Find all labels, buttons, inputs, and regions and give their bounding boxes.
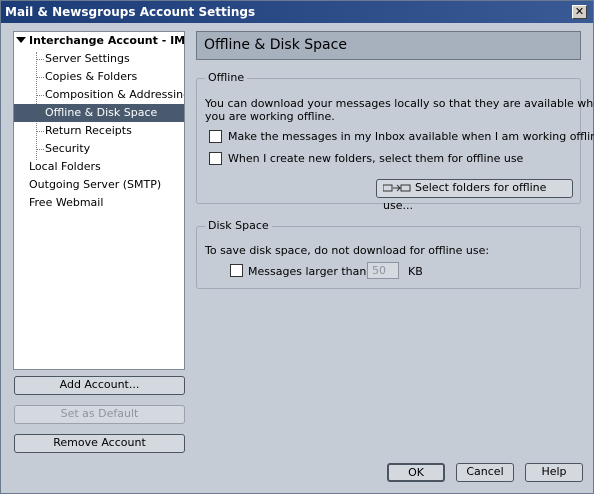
tree-item-offline-disk-space[interactable]: Offline & Disk Space (14, 104, 184, 122)
offline-group-legend: Offline (205, 71, 248, 84)
add-account-button[interactable]: Add Account... (14, 376, 185, 395)
tree-item-outgoing-server[interactable]: Outgoing Server (SMTP) (14, 176, 184, 194)
tree-item-label: Return Receipts (45, 124, 132, 137)
button-label: Set as Default (60, 407, 139, 420)
folder-sync-icon (382, 182, 411, 198)
tree-item-server-settings[interactable]: Server Settings (14, 50, 184, 68)
button-label: Add Account... (59, 378, 140, 391)
messages-larger-than-label[interactable]: Messages larger than (248, 265, 366, 278)
account-tree[interactable]: Interchange Account - IM... Server Setti… (13, 31, 185, 370)
title-bar: Mail & Newsgroups Account Settings ✕ (1, 1, 593, 23)
tree-item-label: Outgoing Server (SMTP) (29, 178, 162, 191)
button-label: Remove Account (53, 436, 146, 449)
window-title: Mail & Newsgroups Account Settings (5, 5, 256, 19)
tree-item-label: Interchange Account - IM... (29, 34, 184, 47)
tree-item-composition-addressing[interactable]: Composition & Addressing (14, 86, 184, 104)
tree-item-copies-folders[interactable]: Copies & Folders (14, 68, 184, 86)
offline-description-line2: you are working offline. (205, 110, 335, 123)
new-folders-offline-label[interactable]: When I create new folders, select them f… (228, 152, 523, 165)
disk-space-group-legend: Disk Space (205, 219, 272, 232)
messages-larger-than-checkbox[interactable] (230, 264, 243, 277)
tree-item-label: Offline & Disk Space (45, 106, 158, 119)
set-as-default-button[interactable]: Set as Default (14, 405, 185, 424)
disk-space-group: Disk Space To save disk space, do not do… (196, 219, 581, 289)
ok-button[interactable]: OK (387, 463, 445, 482)
panel-title: Offline & Disk Space (196, 31, 581, 60)
panel-title-text: Offline & Disk Space (204, 37, 347, 53)
tree-item-label: Free Webmail (29, 196, 104, 209)
remove-account-button[interactable]: Remove Account (14, 434, 185, 453)
tree-item-label: Security (45, 142, 91, 155)
button-label: OK (408, 466, 424, 479)
tree-item-account-root[interactable]: Interchange Account - IM... (14, 32, 184, 50)
expand-triangle-icon[interactable] (16, 37, 26, 43)
offline-group: Offline You can download your messages l… (196, 71, 594, 212)
tree-item-return-receipts[interactable]: Return Receipts (14, 122, 184, 140)
tree-item-label: Server Settings (45, 52, 130, 65)
help-button[interactable]: Help (525, 463, 583, 482)
message-size-value: 50 (372, 264, 386, 277)
close-button[interactable]: ✕ (572, 5, 587, 19)
close-icon: ✕ (574, 5, 585, 18)
inbox-offline-checkbox[interactable] (209, 130, 222, 143)
inbox-offline-label[interactable]: Make the messages in my Inbox available … (228, 130, 594, 143)
select-folders-button[interactable]: Select folders for offline use... (376, 179, 573, 212)
tree-item-security[interactable]: Security (14, 140, 184, 158)
tree-item-local-folders[interactable]: Local Folders (14, 158, 184, 176)
button-label: Help (541, 465, 567, 478)
tree-item-label: Local Folders (29, 160, 101, 173)
account-settings-window: Mail & Newsgroups Account Settings ✕ Int… (0, 0, 594, 494)
tree-item-label: Composition & Addressing (45, 88, 184, 101)
disk-space-description: To save disk space, do not download for … (205, 244, 490, 257)
new-folders-offline-checkbox[interactable] (209, 152, 222, 165)
button-label: Cancel (466, 465, 504, 478)
size-unit-label: KB (408, 265, 423, 278)
cancel-button[interactable]: Cancel (456, 463, 514, 482)
offline-description-line1: You can download your messages locally s… (205, 97, 594, 110)
tree-item-label: Copies & Folders (45, 70, 138, 83)
message-size-input[interactable]: 50 (367, 262, 399, 279)
tree-item-free-webmail[interactable]: Free Webmail (14, 194, 184, 212)
